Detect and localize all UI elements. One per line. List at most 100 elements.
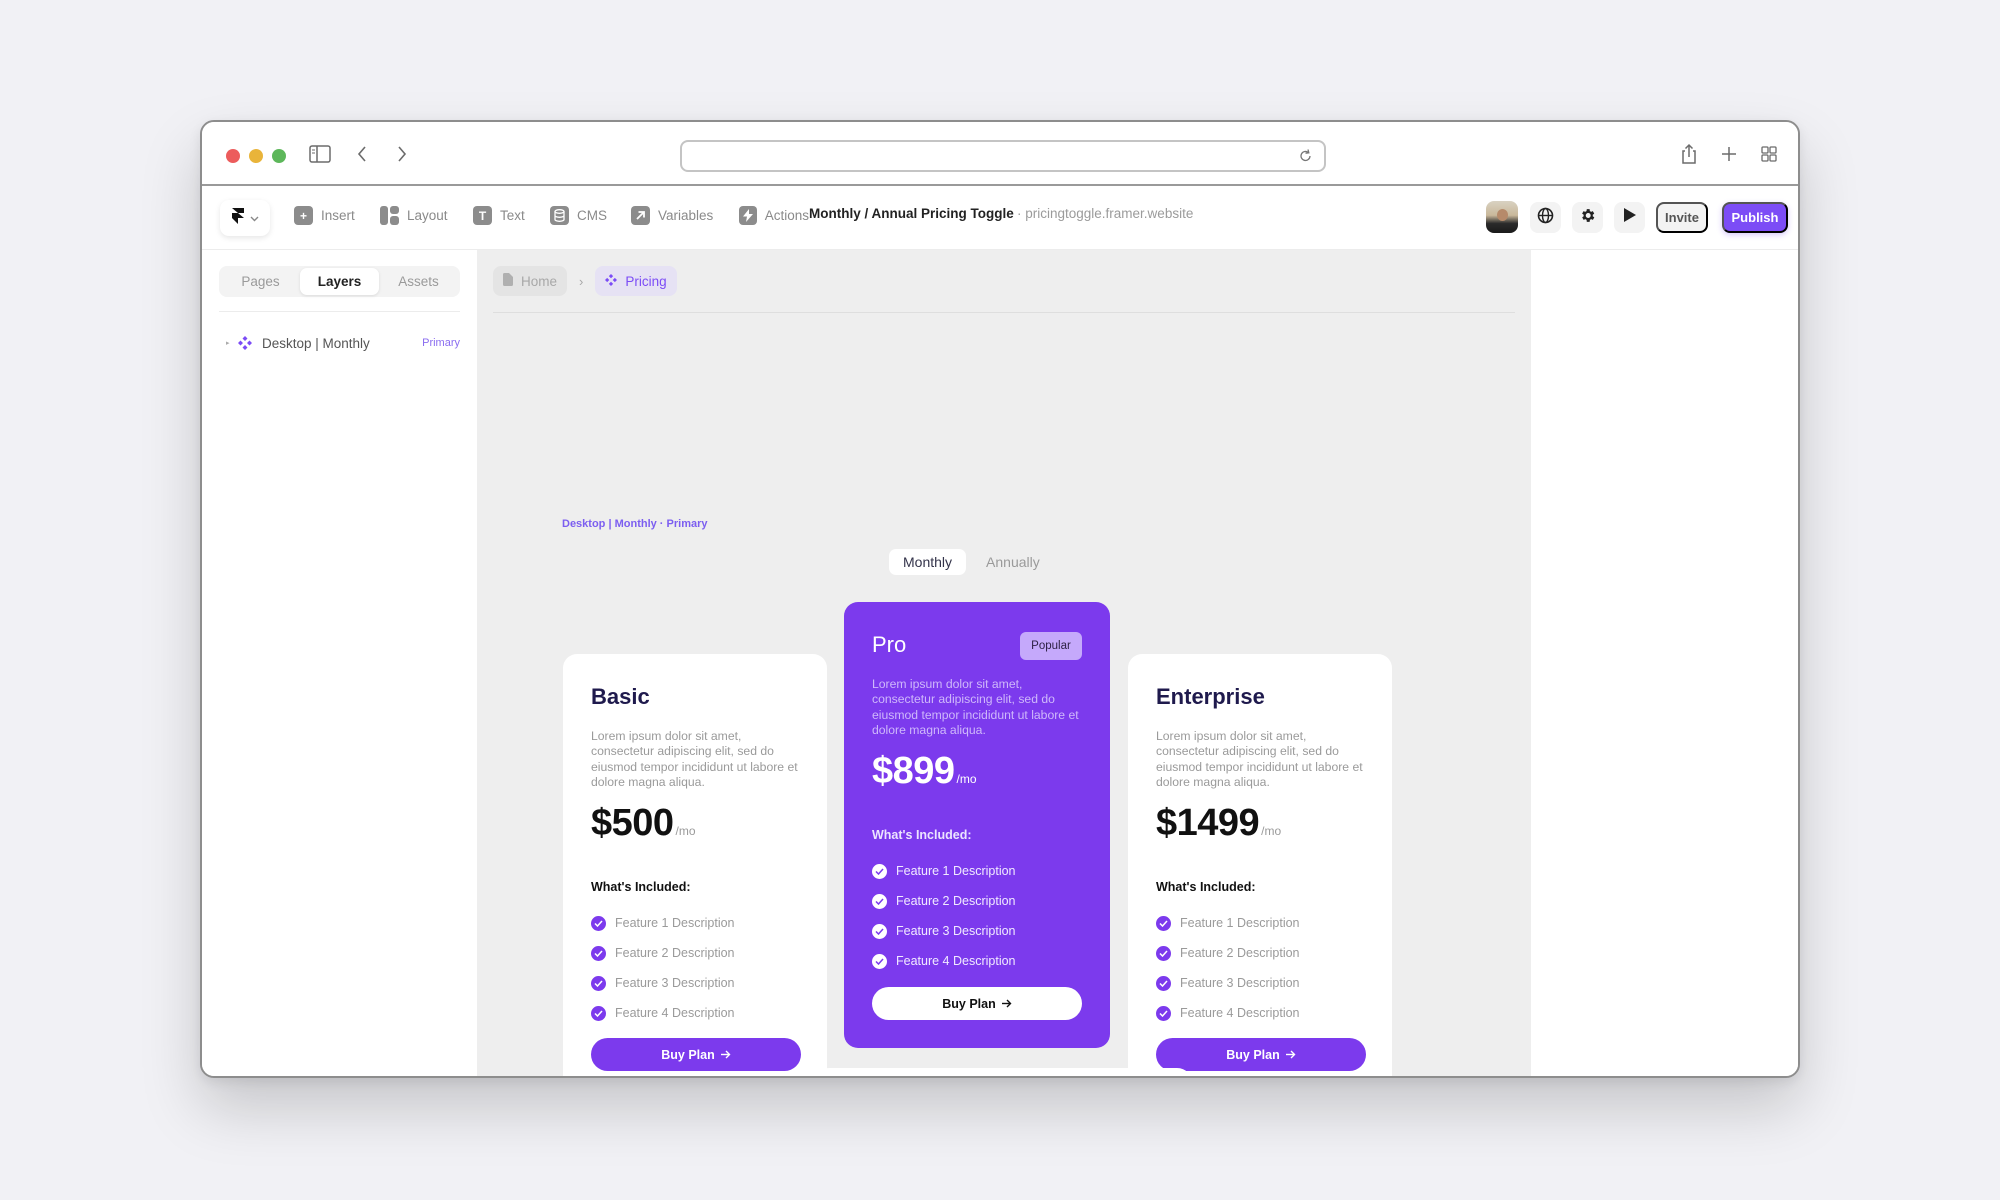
- feature-item: Feature 3 Description: [872, 916, 1016, 946]
- tool-actions[interactable]: Actions: [739, 206, 809, 225]
- breadcrumb: Home › Pricing: [493, 266, 677, 296]
- canvas-divider: [493, 312, 1515, 313]
- invite-button[interactable]: Invite: [1656, 202, 1708, 233]
- toggle-monthly[interactable]: Monthly: [889, 549, 967, 575]
- sidebar-toggle-icon[interactable]: [308, 140, 332, 168]
- next-frame-preview[interactable]: [813, 1068, 1193, 1076]
- feature-item: Feature 3 Description: [591, 968, 735, 998]
- layer-item[interactable]: ▸ Desktop | Monthly Primary: [226, 331, 460, 355]
- price-amount: $1499: [1156, 802, 1260, 844]
- chevron-right-icon[interactable]: [392, 140, 412, 168]
- plan-card-basic[interactable]: Basic Lorem ipsum dolor sit amet, consec…: [563, 654, 827, 1076]
- page-icon: [503, 273, 513, 289]
- breadcrumb-label: Home: [521, 273, 558, 289]
- tool-variables[interactable]: Variables: [631, 206, 713, 225]
- breadcrumb-label: Pricing: [625, 273, 667, 289]
- popular-badge: Popular: [1020, 632, 1082, 660]
- check-circle-icon: [1156, 915, 1171, 931]
- share-icon[interactable]: [1678, 140, 1700, 168]
- breadcrumb-home[interactable]: Home: [493, 266, 568, 296]
- feature-list: Feature 1 Description Feature 2 Descript…: [872, 856, 1016, 976]
- buy-plan-label: Buy Plan: [942, 996, 996, 1011]
- tool-text[interactable]: T Text: [473, 206, 525, 225]
- tool-cms[interactable]: CMS: [550, 206, 607, 225]
- check-circle-icon: [1156, 945, 1171, 961]
- feature-item: Feature 4 Description: [591, 998, 735, 1028]
- plus-square-icon: +: [294, 206, 313, 225]
- feature-text: Feature 4 Description: [1180, 1006, 1300, 1020]
- feature-list: Feature 1 Description Feature 2 Descript…: [591, 908, 735, 1028]
- feature-text: Feature 4 Description: [896, 954, 1016, 968]
- buy-plan-button[interactable]: Buy Plan: [1156, 1038, 1366, 1071]
- toggle-annually[interactable]: Annually: [972, 549, 1054, 575]
- check-circle-icon: [591, 975, 606, 991]
- feature-text: Feature 3 Description: [896, 924, 1016, 938]
- plan-description: Lorem ipsum dolor sit amet, consectetur …: [1156, 729, 1363, 790]
- check-circle-icon: [591, 945, 606, 961]
- check-circle-icon: [872, 923, 887, 939]
- properties-panel: [1531, 250, 1798, 1076]
- feature-item: Feature 2 Description: [872, 886, 1016, 916]
- preview-button[interactable]: [1614, 202, 1645, 233]
- tool-label: Actions: [764, 208, 809, 223]
- minimize-window-button[interactable]: [249, 149, 263, 163]
- tab-layers[interactable]: Layers: [300, 268, 379, 295]
- feature-item: Feature 2 Description: [1156, 938, 1300, 968]
- avatar[interactable]: [1486, 201, 1518, 233]
- feature-text: Feature 2 Description: [615, 946, 735, 960]
- tab-assets[interactable]: Assets: [379, 268, 458, 295]
- project-url[interactable]: · pricingtoggle.framer.website: [1017, 206, 1193, 221]
- design-canvas[interactable]: Home › Pricing Desktop | Monthly · Prima…: [477, 250, 1531, 1076]
- included-heading: What's Included:: [1156, 880, 1256, 894]
- chevron-right-icon: ›: [579, 273, 584, 289]
- check-circle-icon: [591, 915, 606, 931]
- framer-logo-icon: [231, 207, 244, 229]
- feature-item: Feature 4 Description: [872, 946, 1016, 976]
- grid-icon[interactable]: [1758, 140, 1780, 168]
- price-period: /mo: [956, 772, 977, 786]
- breadcrumb-pricing[interactable]: Pricing: [595, 266, 677, 296]
- address-bar[interactable]: [680, 140, 1326, 172]
- feature-text: Feature 2 Description: [896, 894, 1016, 908]
- zoom-window-button[interactable]: [272, 149, 286, 163]
- feature-text: Feature 1 Description: [896, 864, 1016, 878]
- buy-plan-button[interactable]: Buy Plan: [591, 1038, 801, 1071]
- price-period: /mo: [675, 824, 696, 838]
- close-window-button[interactable]: [226, 149, 240, 163]
- tool-label: Variables: [658, 208, 714, 223]
- tool-label: Layout: [407, 208, 448, 223]
- project-title: Monthly / Annual Pricing Toggle: [809, 206, 1014, 221]
- check-circle-icon: [1156, 1005, 1171, 1021]
- frame-label[interactable]: Desktop | Monthly · Primary: [562, 518, 708, 530]
- chevron-left-icon[interactable]: [352, 140, 372, 168]
- tool-insert[interactable]: + Insert: [294, 206, 355, 225]
- tab-pages[interactable]: Pages: [221, 268, 300, 295]
- reload-icon[interactable]: [1298, 147, 1316, 165]
- plan-price: $1499 /mo: [1156, 802, 1281, 845]
- tool-label: Insert: [321, 208, 355, 223]
- plan-description: Lorem ipsum dolor sit amet, consectetur …: [872, 677, 1079, 738]
- plus-icon[interactable]: [1718, 140, 1740, 168]
- globe-button[interactable]: [1530, 202, 1561, 233]
- settings-button[interactable]: [1572, 202, 1603, 233]
- feature-item: Feature 2 Description: [591, 938, 735, 968]
- expand-arrow-icon[interactable]: ▸: [226, 339, 238, 347]
- feature-text: Feature 3 Description: [615, 976, 735, 990]
- tool-layout[interactable]: Layout: [380, 206, 448, 225]
- plan-card-pro[interactable]: Pro Popular Lorem ipsum dolor sit amet, …: [844, 602, 1110, 1048]
- feature-text: Feature 1 Description: [615, 916, 735, 930]
- left-sidebar: Pages Layers Assets ▸ Desktop | Monthly …: [202, 250, 477, 1076]
- feature-text: Feature 2 Description: [1180, 946, 1300, 960]
- included-heading: What's Included:: [591, 880, 691, 894]
- publish-button[interactable]: Publish: [1722, 202, 1788, 233]
- buy-plan-button[interactable]: Buy Plan: [872, 987, 1082, 1020]
- buy-plan-label: Buy Plan: [661, 1047, 715, 1062]
- framer-menu-button[interactable]: [220, 200, 270, 236]
- text-icon: T: [473, 206, 492, 225]
- arrow-right-icon: [1285, 1048, 1296, 1062]
- plan-name: Basic: [591, 684, 650, 709]
- play-icon: [1623, 208, 1636, 227]
- feature-item: Feature 3 Description: [1156, 968, 1300, 998]
- feature-item: Feature 4 Description: [1156, 998, 1300, 1028]
- plan-card-enterprise[interactable]: Enterprise Lorem ipsum dolor sit amet, c…: [1128, 654, 1392, 1076]
